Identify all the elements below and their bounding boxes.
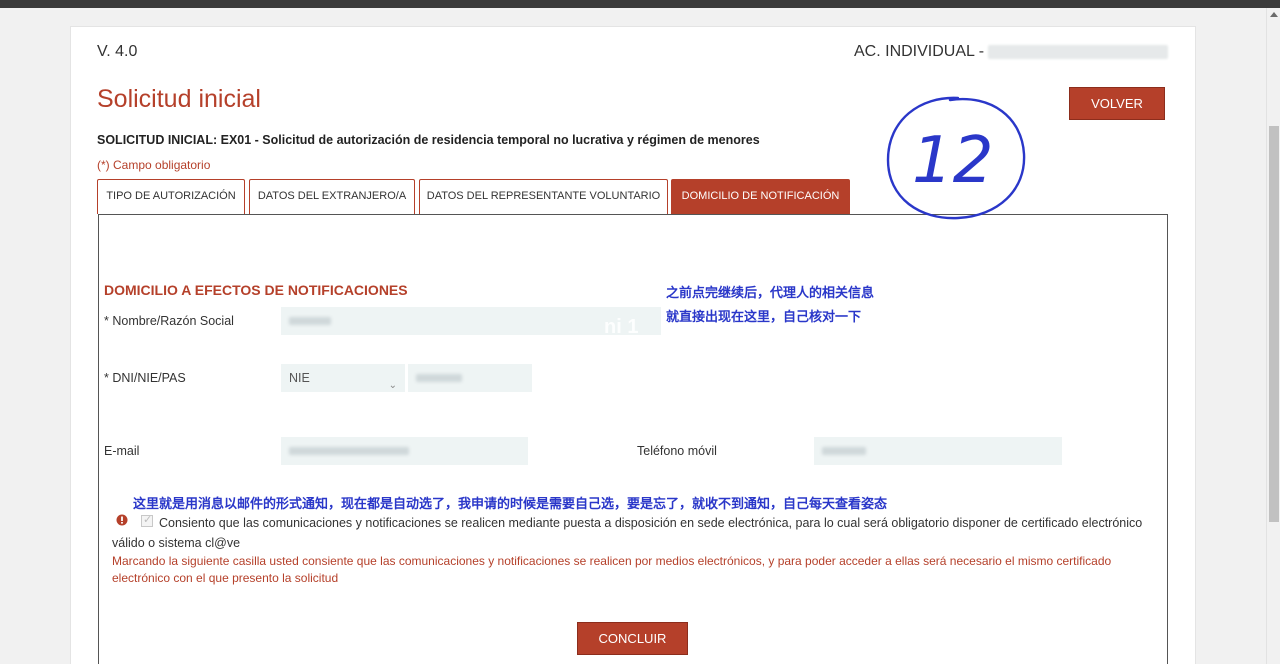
consent-checkbox[interactable] — [141, 513, 153, 527]
email-label: E-mail — [104, 444, 140, 458]
redacted-value — [289, 317, 331, 325]
annotation-bottom-note: 这里就是用消息以邮件的形式通知，现在都是自动选了，我申请的时候是需要自己选，要是… — [133, 497, 888, 512]
vertical-scrollbar[interactable] — [1266, 8, 1280, 664]
required-field-note: (*) Campo obligatorio — [97, 158, 211, 172]
redacted-name — [988, 44, 1169, 59]
tab-domicilio-notificacion[interactable]: DOMICILIO DE NOTIFICACIÓN — [671, 179, 850, 214]
consent-text: Consiento que las comunicaciones y notif… — [112, 516, 1143, 550]
doc-type-select[interactable]: NIE ⌄ — [281, 364, 405, 392]
tab-datos-representante[interactable]: DATOS DEL REPRESENTANTE VOLUNTARIO — [419, 179, 668, 214]
ac-individual-text: AC. INDIVIDUAL - — [854, 43, 985, 60]
warning-icon — [116, 514, 128, 526]
phone-input[interactable] — [814, 437, 1062, 465]
chevron-down-icon: ⌄ — [388, 380, 397, 391]
doc-type-value: NIE — [289, 371, 310, 385]
scroll-thumb[interactable] — [1269, 126, 1279, 522]
name-label: * Nombre/Razón Social — [104, 314, 234, 328]
tab-datos-extranjero[interactable]: DATOS DEL EXTRANJERO/A — [249, 179, 415, 214]
annotation-circle-number: 12 — [912, 124, 993, 198]
tab-tipo-autorizacion[interactable]: TIPO DE AUTORIZACIÓN — [97, 179, 245, 214]
page-title: Solicitud inicial — [97, 85, 261, 113]
concluir-button[interactable]: CONCLUIR — [577, 622, 688, 655]
doc-label: * DNI/NIE/PAS — [104, 371, 186, 385]
scroll-up-arrow-icon[interactable] — [1270, 12, 1278, 17]
consent-notice: Marcando la siguiente casilla usted cons… — [112, 554, 1112, 585]
ac-individual-label: AC. INDIVIDUAL - — [854, 43, 1169, 61]
annotation-circle: 12 — [886, 96, 1026, 220]
section-title: DOMICILIO A EFECTOS DE NOTIFICACIONES — [104, 282, 408, 298]
redacted-value — [822, 447, 866, 455]
browser-top-bar — [0, 0, 1280, 8]
back-button[interactable]: VOLVER — [1069, 87, 1165, 120]
version-label: V. 4.0 — [97, 43, 138, 60]
phone-label: Teléfono móvil — [637, 444, 717, 458]
redacted-value — [416, 374, 462, 382]
redacted-value — [289, 447, 409, 455]
email-input[interactable] — [281, 437, 528, 465]
annotation-right-note: 之前点完继续后，代理人的相关信息就直接出现在这里，自己核对一下 — [666, 286, 875, 325]
ghost-overlay-text: ni 1 — [604, 316, 639, 338]
doc-number-input[interactable] — [408, 364, 532, 392]
request-subtitle: SOLICITUD INICIAL: EX01 - Solicitud de a… — [97, 133, 760, 147]
